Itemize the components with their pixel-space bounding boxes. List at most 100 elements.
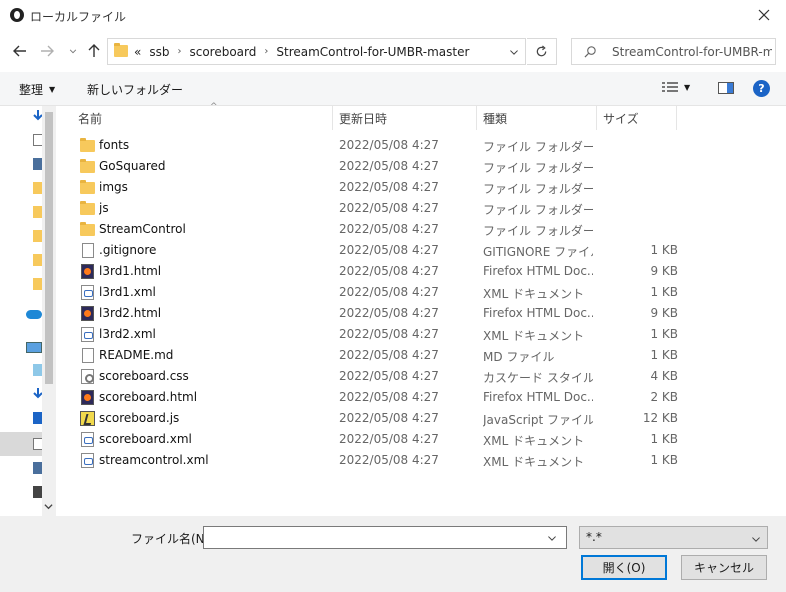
column-header-name[interactable]: ^ 名前 bbox=[72, 102, 333, 130]
view-options-button[interactable]: ▼ bbox=[662, 81, 690, 93]
file-name: .gitignore bbox=[99, 243, 157, 257]
file-row[interactable]: imgs 2022/05/08 4:27 ファイル フォルダー bbox=[78, 177, 678, 198]
file-row[interactable]: scoreboard.html 2022/05/08 4:27 Firefox HT… bbox=[78, 387, 678, 408]
open-button[interactable]: 開く(O) bbox=[581, 555, 667, 580]
file-type-filter-value: *.* bbox=[586, 530, 602, 544]
breadcrumb: « ssb › scoreboard › StreamControl-for-U… bbox=[134, 45, 469, 59]
address-bar[interactable]: « ssb › scoreboard › StreamControl-for-U… bbox=[107, 38, 526, 65]
refresh-icon bbox=[536, 45, 547, 57]
file-row[interactable]: scoreboard.js 2022/05/08 4:27 JavaScript フ… bbox=[78, 408, 678, 429]
file-size: 1 KB bbox=[650, 348, 678, 362]
scrollbar-thumb[interactable] bbox=[45, 112, 53, 384]
file-row[interactable]: l3rd2.xml 2022/05/08 4:27 XML ドキュメント 1 KB bbox=[78, 324, 678, 345]
file-name: js bbox=[99, 201, 109, 215]
file-name: scoreboard.html bbox=[99, 390, 198, 404]
details-view-icon bbox=[662, 82, 678, 92]
file-row[interactable]: GoSquared 2022/05/08 4:27 ファイル フォルダー bbox=[78, 156, 678, 177]
file-row[interactable]: streamcontrol.xml 2022/05/08 4:27 XML ドキュメ… bbox=[78, 450, 678, 471]
file-row[interactable]: l3rd1.xml 2022/05/08 4:27 XML ドキュメント 1 KB bbox=[78, 282, 678, 303]
file-type: Firefox HTML Doc... bbox=[483, 264, 593, 278]
cancel-button[interactable]: キャンセル bbox=[681, 555, 767, 580]
file-row[interactable]: .gitignore 2022/05/08 4:27 GITIGNORE ファイル 1… bbox=[78, 240, 678, 261]
navigation-pane-scrollbar[interactable] bbox=[42, 106, 56, 516]
command-toolbar: 整理 ▼ 新しいフォルダー ▼ bbox=[0, 72, 786, 106]
file-date: 2022/05/08 4:27 bbox=[339, 390, 439, 404]
preview-pane-button[interactable] bbox=[718, 82, 734, 94]
forward-button[interactable] bbox=[37, 40, 57, 62]
column-header-label: 名前 bbox=[78, 112, 103, 126]
breadcrumb-item[interactable]: ssb bbox=[149, 45, 169, 59]
css-file-icon bbox=[81, 369, 94, 384]
new-folder-button[interactable]: 新しいフォルダー bbox=[87, 81, 183, 98]
search-box[interactable]: StreamControl-for-UMBR-m... bbox=[571, 38, 776, 65]
file-type: カスケード スタイル シ... bbox=[483, 371, 593, 385]
xml-file-icon bbox=[81, 285, 94, 300]
folder-icon bbox=[114, 43, 128, 57]
file-row[interactable]: README.md 2022/05/08 4:27 MD ファイル 1 KB bbox=[78, 345, 678, 366]
file-row[interactable]: scoreboard.css 2022/05/08 4:27 カスケード スタイル … bbox=[78, 366, 678, 387]
file-name: scoreboard.js bbox=[99, 411, 180, 425]
file-type: Firefox HTML Doc... bbox=[483, 390, 593, 404]
breadcrumb-overflow[interactable]: « bbox=[134, 45, 141, 59]
file-date: 2022/05/08 4:27 bbox=[339, 243, 439, 257]
breadcrumb-item[interactable]: StreamControl-for-UMBR-master bbox=[276, 45, 469, 59]
file-date: 2022/05/08 4:27 bbox=[339, 432, 439, 446]
file-date: 2022/05/08 4:27 bbox=[339, 369, 439, 383]
file-date: 2022/05/08 4:27 bbox=[339, 411, 439, 425]
file-row[interactable]: StreamControl 2022/05/08 4:27 ファイル フォルダー bbox=[78, 219, 678, 240]
preview-pane-icon bbox=[718, 82, 734, 94]
file-type: XML ドキュメント bbox=[483, 287, 585, 301]
chevron-down-icon bbox=[510, 49, 518, 55]
open-button-label: 開く(O) bbox=[602, 561, 646, 575]
filename-input[interactable] bbox=[203, 526, 567, 549]
file-date: 2022/05/08 4:27 bbox=[339, 285, 439, 299]
refresh-button[interactable] bbox=[527, 38, 557, 65]
arrow-left-icon bbox=[13, 45, 26, 57]
organize-button[interactable]: 整理 ▼ bbox=[19, 81, 55, 98]
file-date: 2022/05/08 4:27 bbox=[339, 348, 439, 362]
file-row[interactable]: l3rd1.html 2022/05/08 4:27 Firefox HTML Do… bbox=[78, 261, 678, 282]
column-header-type[interactable]: 種類 bbox=[477, 106, 597, 130]
folder-icon bbox=[80, 180, 95, 194]
help-icon[interactable]: ? bbox=[753, 80, 770, 97]
search-input[interactable]: StreamControl-for-UMBR-m... bbox=[612, 45, 772, 59]
file-size: 12 KB bbox=[642, 411, 678, 425]
xml-file-icon bbox=[81, 327, 94, 342]
breadcrumb-item[interactable]: scoreboard bbox=[189, 45, 256, 59]
file-type: Firefox HTML Doc... bbox=[483, 306, 593, 320]
chevron-down-icon[interactable] bbox=[44, 502, 53, 511]
navigation-pane bbox=[0, 106, 58, 516]
folder-icon bbox=[80, 159, 95, 173]
chevron-down-icon[interactable] bbox=[547, 533, 557, 543]
column-header-date[interactable]: 更新日時 bbox=[333, 106, 477, 130]
column-header-size[interactable]: サイズ bbox=[597, 106, 677, 130]
file-name: GoSquared bbox=[99, 159, 166, 173]
file-row[interactable]: fonts 2022/05/08 4:27 ファイル フォルダー bbox=[78, 135, 678, 156]
up-button[interactable] bbox=[86, 40, 102, 62]
cloud-icon[interactable] bbox=[26, 310, 42, 319]
file-type-filter-select[interactable]: *.* bbox=[579, 526, 768, 549]
pc-icon[interactable] bbox=[26, 342, 42, 353]
file-row[interactable]: js 2022/05/08 4:27 ファイル フォルダー bbox=[78, 198, 678, 219]
file-row[interactable]: scoreboard.xml 2022/05/08 4:27 XML ドキュメント 1… bbox=[78, 429, 678, 450]
chevron-right-icon[interactable]: › bbox=[264, 45, 268, 59]
file-date: 2022/05/08 4:27 bbox=[339, 180, 439, 194]
file-type: MD ファイル bbox=[483, 350, 555, 364]
recent-locations-button[interactable] bbox=[66, 40, 80, 62]
file-size: 1 KB bbox=[650, 285, 678, 299]
file-size: 1 KB bbox=[650, 432, 678, 446]
file-type: ファイル フォルダー bbox=[483, 140, 593, 154]
address-dropdown-button[interactable] bbox=[503, 39, 525, 64]
file-type: ファイル フォルダー bbox=[483, 182, 593, 196]
file-type: ファイル フォルダー bbox=[483, 224, 593, 238]
file-type: ファイル フォルダー bbox=[483, 203, 593, 217]
file-date: 2022/05/08 4:27 bbox=[339, 222, 439, 236]
back-button[interactable] bbox=[10, 40, 30, 62]
folder-icon bbox=[80, 201, 95, 215]
file-row[interactable]: l3rd2.html 2022/05/08 4:27 Firefox HTML Do… bbox=[78, 303, 678, 324]
file-size: 2 KB bbox=[650, 390, 678, 404]
column-header-label: サイズ bbox=[603, 112, 639, 126]
close-button[interactable] bbox=[742, 0, 786, 30]
chevron-right-icon[interactable]: › bbox=[177, 45, 181, 59]
file-type: XML ドキュメント bbox=[483, 455, 585, 469]
